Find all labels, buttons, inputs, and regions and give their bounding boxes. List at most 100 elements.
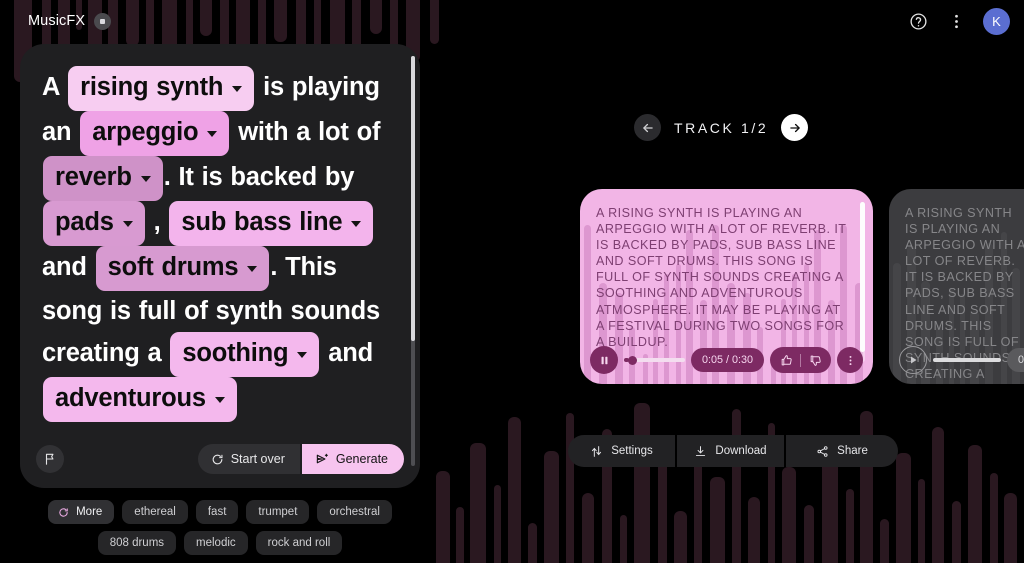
waveform-bar [782, 467, 796, 563]
download-icon [696, 445, 706, 456]
more-vertical-icon[interactable] [939, 4, 973, 38]
header-actions: K [901, 4, 1010, 38]
thumb-up-icon[interactable] [774, 348, 798, 372]
player-controls: 0:05 / 0:30 [590, 346, 863, 374]
waveform-bar [634, 403, 650, 563]
app-header: MusicFX K [0, 0, 1024, 42]
prompt-chip-label: sub bass line [181, 208, 343, 236]
rating-divider [800, 353, 801, 367]
waveform-bar [456, 507, 464, 563]
suggestion-chip[interactable]: melodic [184, 531, 248, 555]
seek-slider[interactable] [624, 346, 685, 374]
flag-icon[interactable] [36, 445, 64, 473]
waveform-bar [990, 473, 998, 563]
chevron-down-icon [122, 221, 133, 227]
play-icon[interactable] [899, 346, 927, 374]
waveform-bar [436, 471, 450, 563]
prompt-chip[interactable]: arpeggio [80, 111, 230, 156]
share-button[interactable]: Share [786, 435, 898, 467]
suggestion-chip[interactable]: fast [195, 500, 239, 524]
waveform-bar [582, 493, 594, 563]
sliders-icon [592, 445, 602, 457]
track-scrollbar[interactable] [860, 202, 865, 362]
generate-label: Generate [335, 452, 388, 466]
prompt-chip[interactable]: soft drums [95, 246, 270, 291]
pause-icon[interactable] [590, 346, 618, 374]
help-circle-icon[interactable] [901, 4, 935, 38]
prompt-chip[interactable]: soothing [170, 332, 320, 377]
thumb-down-icon[interactable] [803, 348, 827, 372]
waveform-bar [494, 485, 501, 563]
settings-label: Settings [611, 445, 653, 457]
suggestion-chip[interactable]: orchestral [317, 500, 392, 524]
prompt-action-group: Start over Generate [197, 444, 404, 474]
arrow-right-icon[interactable] [781, 114, 809, 141]
rating-group [770, 347, 831, 373]
waveform-bar [620, 515, 627, 563]
brand-name: MusicFX [28, 13, 86, 29]
download-button[interactable]: Download [677, 435, 784, 467]
track-description: A RISING SYNTH IS PLAYING AN ARPEGGIO WI… [596, 206, 847, 349]
prompt-chip-label: soft drums [107, 253, 239, 281]
arrow-left-icon[interactable] [634, 114, 661, 141]
prompt-chip[interactable]: sub bass line [169, 201, 374, 246]
track-card-next[interactable]: A RISING SYNTH IS PLAYING AN ARPEGGIO WI… [889, 189, 1024, 384]
chevron-down-icon [140, 176, 151, 182]
suggestion-chip[interactable]: 808 drums [97, 531, 177, 555]
chevron-down-icon [351, 221, 362, 227]
waveform-bar [470, 443, 486, 563]
prompt-chip[interactable]: adventurous [43, 377, 237, 422]
chevron-down-icon [207, 131, 218, 137]
prompt-chip[interactable]: rising synth [68, 66, 255, 111]
more-label: More [76, 506, 103, 518]
prompt-chip-label: soothing [182, 339, 289, 367]
refresh-icon [212, 454, 223, 464]
more-suggestions-button[interactable]: More [48, 500, 115, 524]
generate-button[interactable]: Generate [301, 444, 404, 474]
musicfx-app: MusicFX K A rising synth is playing an a… [0, 0, 1024, 563]
waveform-bar [952, 501, 961, 563]
square-dot-icon [94, 12, 112, 30]
waveform-bar [860, 411, 873, 563]
prompt-card: A rising synth is playing an arpeggio wi… [20, 44, 420, 488]
track-action-bar: Settings Download Share [568, 435, 898, 467]
share-icon [817, 445, 828, 457]
track-more-icon[interactable] [837, 347, 863, 373]
waveform-bar [710, 477, 725, 563]
suggestion-chips: More ethereal fast trumpet orchestral 808 dru… [20, 500, 420, 555]
waveform-bar [528, 523, 537, 563]
prompt-chip[interactable]: pads [43, 201, 145, 246]
suggestion-chip[interactable]: trumpet [246, 500, 310, 524]
seek-slider-next[interactable] [933, 346, 1001, 374]
prompt-scrollbar[interactable] [411, 56, 415, 466]
settings-button[interactable]: Settings [568, 435, 675, 467]
prompt-scrollbar-thumb[interactable] [411, 56, 415, 341]
seek-thumb[interactable] [628, 355, 638, 365]
track-card-active[interactable]: A RISING SYNTH IS PLAYING AN ARPEGGIO WI… [580, 189, 873, 384]
track-navigation: TRACK 1/2 [634, 114, 809, 141]
playback-time: 0:05 / 0:30 [690, 348, 764, 372]
chevron-down-icon [297, 352, 308, 358]
waveform-bar [674, 511, 687, 563]
prompt-text[interactable]: A rising synth is playing an arpeggio wi… [42, 66, 398, 422]
avatar[interactable]: K [983, 7, 1010, 35]
suggestion-chip[interactable]: rock and roll [255, 531, 343, 555]
prompt-chip-label: reverb [55, 163, 132, 191]
waveform-bar [804, 505, 814, 563]
prompt-scroll-area: A rising synth is playing an arpeggio wi… [20, 44, 420, 430]
playback-time-next: 0:0 [1006, 348, 1024, 372]
track-scrollbar-thumb[interactable] [860, 202, 865, 352]
chevron-down-icon [214, 397, 225, 403]
waveform-bar [508, 417, 521, 563]
waveform-bar [1004, 493, 1017, 563]
waveform-bar [846, 489, 854, 563]
start-over-button[interactable]: Start over [197, 444, 300, 474]
suggestion-chip[interactable]: ethereal [122, 500, 188, 524]
start-over-label: Start over [230, 452, 285, 466]
chevron-down-icon [247, 266, 258, 272]
track-counter: TRACK 1/2 [674, 119, 769, 136]
download-label: Download [715, 445, 767, 457]
waveform-bar [968, 445, 982, 563]
prompt-chip[interactable]: reverb [43, 156, 163, 201]
waveform-bar [544, 451, 559, 563]
